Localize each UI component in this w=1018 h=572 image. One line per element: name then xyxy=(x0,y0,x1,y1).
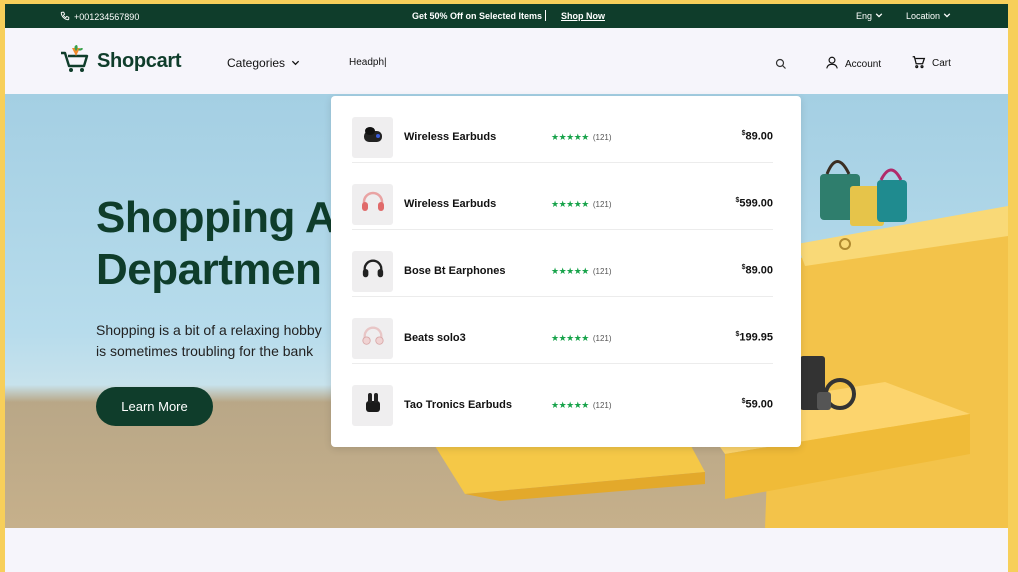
chevron-down-icon xyxy=(875,11,883,21)
result-row[interactable]: Wireless Earbuds ★★★★★ (121) $89.00 xyxy=(352,96,773,163)
review-count: (121) xyxy=(592,133,612,142)
headphones-icon xyxy=(361,325,385,352)
shop-now-link[interactable]: Shop Now xyxy=(561,11,605,21)
categories-label: Categories xyxy=(227,56,286,70)
review-count: (121) xyxy=(592,334,612,343)
cart-logo-icon xyxy=(59,44,91,79)
language-label: Eng xyxy=(856,11,873,21)
cart-icon xyxy=(911,55,926,72)
review-count: (121) xyxy=(592,401,612,410)
promo-text: Get 50% Off on Selected Items xyxy=(412,11,543,21)
main-header: Shopcart Categories Account Cart xyxy=(5,28,1008,94)
product-name: Wireless Earbuds xyxy=(404,131,497,143)
account-label: Account xyxy=(845,58,882,70)
language-selector[interactable]: Eng xyxy=(856,11,883,21)
star-rating-icon: ★★★★★ xyxy=(551,132,589,142)
result-row[interactable]: Beats solo3 ★★★★★ (121) $199.95 xyxy=(352,297,773,364)
headphones-icon xyxy=(360,191,386,218)
product-name: Tao Tronics Earbuds xyxy=(404,399,512,411)
headphones-icon xyxy=(361,258,385,285)
review-count: (121) xyxy=(592,267,612,276)
user-icon xyxy=(825,55,839,73)
rating: ★★★★★ (121) xyxy=(551,199,612,210)
rating: ★★★★★ (121) xyxy=(551,132,612,143)
chevron-down-icon xyxy=(291,56,300,70)
rating: ★★★★★ (121) xyxy=(551,333,612,344)
price-value: 599.00 xyxy=(739,197,773,210)
product-name: Wireless Earbuds xyxy=(404,198,497,210)
product-name: Beats solo3 xyxy=(404,332,466,344)
search-input[interactable] xyxy=(349,50,769,74)
product-thumbnail xyxy=(352,251,393,292)
product-thumbnail xyxy=(352,117,393,158)
star-rating-icon: ★★★★★ xyxy=(551,333,589,343)
earbuds-icon xyxy=(361,125,385,150)
logo-text: Shopcart xyxy=(97,50,182,72)
location-label: Location xyxy=(906,11,941,21)
logo[interactable]: Shopcart xyxy=(59,44,182,79)
search-results-dropdown: Wireless Earbuds ★★★★★ (121) $89.00 Wire… xyxy=(331,96,801,447)
result-row[interactable]: Tao Tronics Earbuds ★★★★★ (121) $59.00 xyxy=(352,364,773,431)
categories-menu[interactable]: Categories xyxy=(227,56,300,70)
top-bar: +001234567890 Get 50% Off on Selected It… xyxy=(5,4,1008,28)
product-thumbnail xyxy=(352,385,393,426)
star-rating-icon: ★★★★★ xyxy=(551,266,589,276)
product-thumbnail xyxy=(352,318,393,359)
price-value: 89.00 xyxy=(745,264,773,277)
product-price: $59.00 xyxy=(742,398,773,411)
result-row[interactable]: Wireless Earbuds ★★★★★ (121) $599.00 xyxy=(352,163,773,230)
product-name: Bose Bt Earphones xyxy=(404,265,506,277)
price-value: 59.00 xyxy=(745,398,773,411)
phone-contact[interactable]: +001234567890 xyxy=(60,11,139,23)
phone-icon xyxy=(60,11,70,23)
product-price: $89.00 xyxy=(742,264,773,277)
search-icon[interactable] xyxy=(775,57,787,75)
rating: ★★★★★ (121) xyxy=(551,400,612,411)
price-value: 89.00 xyxy=(745,130,773,143)
cart-link[interactable]: Cart xyxy=(911,55,951,72)
page-frame: +001234567890 Get 50% Off on Selected It… xyxy=(5,4,1008,572)
product-price: $89.00 xyxy=(742,130,773,143)
price-value: 199.95 xyxy=(739,331,773,344)
account-link[interactable]: Account xyxy=(825,55,881,73)
review-count: (121) xyxy=(592,200,612,209)
location-selector[interactable]: Location xyxy=(906,11,951,21)
rating: ★★★★★ (121) xyxy=(551,266,612,277)
result-row[interactable]: Bose Bt Earphones ★★★★★ (121) $89.00 xyxy=(352,230,773,297)
chevron-down-icon xyxy=(943,11,951,21)
divider xyxy=(545,10,546,21)
cart-label: Cart xyxy=(932,58,951,69)
product-price: $599.00 xyxy=(735,197,773,210)
product-price: $199.95 xyxy=(735,331,773,344)
phone-number: +001234567890 xyxy=(74,12,140,22)
star-rating-icon: ★★★★★ xyxy=(551,400,589,410)
star-rating-icon: ★★★★★ xyxy=(551,199,589,209)
product-thumbnail xyxy=(352,184,393,225)
earbuds-icon xyxy=(362,391,384,420)
page-section-below xyxy=(5,528,1008,572)
